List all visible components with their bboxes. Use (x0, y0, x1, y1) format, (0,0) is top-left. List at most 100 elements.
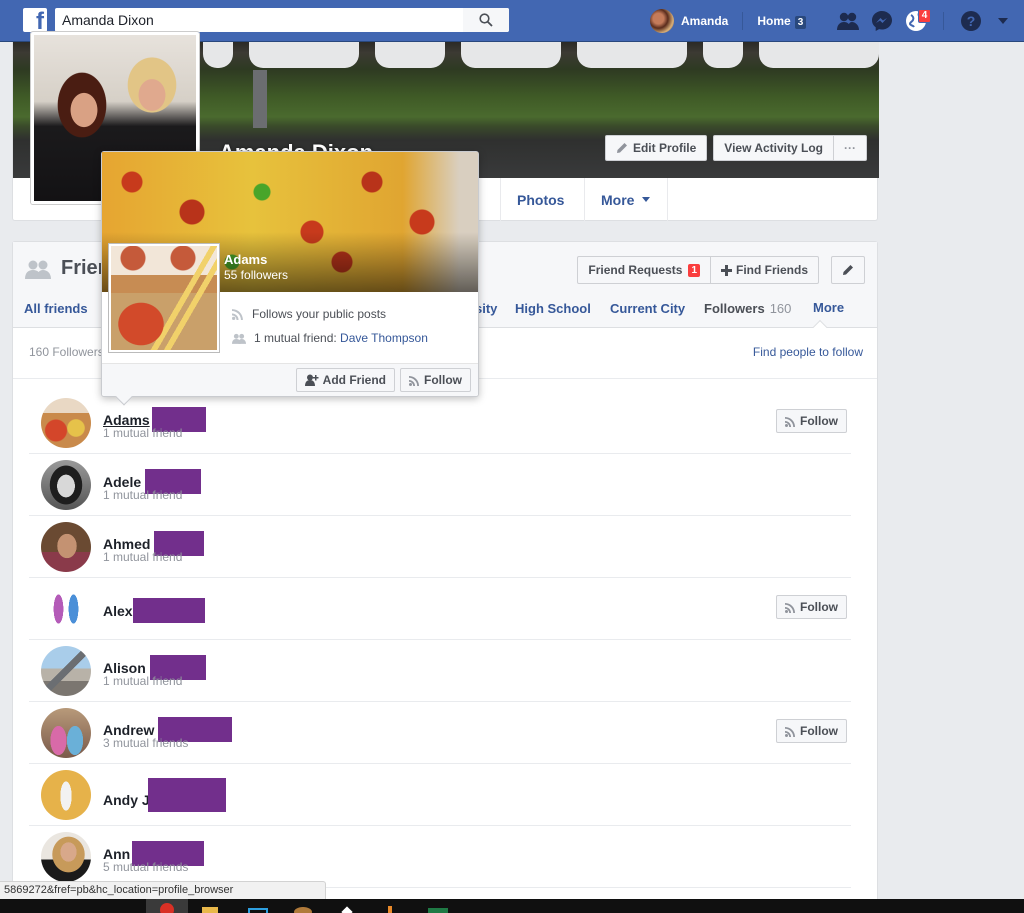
avatar[interactable] (41, 646, 91, 696)
follow-button[interactable]: Follow (776, 409, 847, 433)
taskbar-excel-icon[interactable] (428, 899, 448, 913)
list-item: Ann 5 mutual friends (29, 826, 851, 888)
follow-button[interactable]: Follow (776, 719, 847, 743)
followers-list: Adams 1 mutual friend Follow Adele 1 mut… (29, 392, 851, 888)
taskbar-folder-icon[interactable] (202, 899, 218, 913)
rss-follow-icon (785, 726, 795, 737)
facebook-logo-icon[interactable]: f (23, 8, 47, 32)
tab-photos[interactable]: Photos (500, 178, 580, 221)
home-label: Home (757, 13, 791, 28)
svg-text:?: ? (967, 13, 976, 29)
avatar[interactable] (41, 584, 91, 634)
pencil-icon (843, 265, 853, 275)
follower-name-text: Andy J (103, 792, 150, 808)
follow-button[interactable]: Follow (776, 595, 847, 619)
status-bar-url: 5869272&fref=pb&hc_location=profile_brow… (0, 881, 326, 899)
mutual-friends-count[interactable]: 5 mutual friends (103, 860, 188, 874)
taskbar-browser-icon[interactable] (294, 899, 312, 913)
followers-count: 160 Followers (29, 345, 104, 359)
avatar[interactable] (41, 460, 91, 510)
tab-followers[interactable]: Followers 160 (704, 301, 791, 316)
friends-icon (232, 333, 246, 344)
hovercard-profile-picture[interactable] (109, 244, 219, 352)
follower-name-text: Alex (103, 602, 133, 619)
tab-more-label: More (601, 191, 635, 208)
tab-all-friends[interactable]: All friends (24, 301, 88, 316)
cover-actions: Edit Profile View Activity Log ··· (604, 135, 879, 161)
tab-divider (667, 178, 668, 221)
account-menu-button[interactable] (990, 8, 1016, 34)
list-item: Andy J (29, 764, 851, 826)
follow-label: Follow (424, 373, 462, 387)
follow-button[interactable]: Follow (400, 368, 471, 392)
avatar[interactable] (41, 770, 91, 820)
avatar[interactable] (41, 522, 91, 572)
friend-requests-badge: 1 (688, 263, 700, 277)
notifications-count-badge: 4 (917, 9, 932, 23)
plus-icon (721, 264, 732, 276)
user-avatar[interactable] (650, 9, 674, 33)
edit-profile-label: Edit Profile (632, 141, 697, 155)
mutual-text: 1 mutual friend: Dave Thompson (254, 331, 428, 345)
edit-friends-button[interactable] (831, 256, 865, 284)
friends-buttons: Friend Requests 1 Find Friends (577, 256, 819, 284)
redaction-block (132, 598, 205, 623)
search-input[interactable] (55, 8, 455, 32)
nav-divider (742, 12, 744, 30)
chevron-down-icon (642, 197, 651, 202)
mutual-friends-count[interactable]: 1 mutual friend (103, 488, 182, 502)
list-item: Alison 1 mutual friend (29, 640, 851, 702)
follower-name[interactable]: Andy J (103, 778, 226, 812)
rss-follow-icon (785, 416, 795, 427)
hovercard-actions: Add Friend Follow (295, 368, 471, 392)
add-friend-button[interactable]: Add Friend (295, 368, 395, 392)
friend-requests-icon (837, 12, 860, 30)
mutual-friends-count[interactable]: 1 mutual friend (103, 426, 182, 440)
os-taskbar (0, 899, 1024, 913)
list-item: Ahmed 1 mutual friend (29, 516, 851, 578)
account-menu-caret-icon (998, 18, 1009, 24)
mutual-friends-count[interactable]: 1 mutual friend (103, 674, 182, 688)
find-people-to-follow-link[interactable]: Find people to follow (753, 345, 863, 359)
tab-high-school[interactable]: High School (515, 301, 591, 316)
taskbar-app-icon[interactable] (248, 899, 268, 913)
hovercard-name[interactable]: Adams (224, 252, 267, 267)
help-icon: ? (961, 11, 982, 31)
help-button[interactable]: ? (958, 8, 984, 34)
view-activity-log-button[interactable]: View Activity Log (713, 135, 834, 161)
redaction-block (147, 778, 226, 812)
hovercard-footer: Add Friend Follow (102, 363, 478, 396)
home-count-badge: 3 (794, 15, 807, 29)
follow-label: Follow (800, 600, 838, 614)
mutual-friends-count[interactable]: 3 mutual friends (103, 736, 188, 750)
home-link[interactable]: Home 3 (757, 13, 807, 29)
tab-more[interactable]: More (813, 300, 844, 315)
user-name-link[interactable]: Amanda (681, 14, 728, 28)
taskbar-app-icon-2[interactable] (340, 899, 354, 913)
friend-requests-button[interactable] (835, 8, 861, 34)
mutual-friends-count[interactable]: 1 mutual friend (103, 550, 182, 564)
avatar[interactable] (41, 398, 91, 448)
tab-more[interactable]: More (584, 178, 666, 221)
tab-current-city[interactable]: Current City (610, 301, 685, 316)
more-options-button[interactable]: ··· (834, 135, 867, 161)
notifications-button[interactable]: 4 (903, 8, 932, 34)
find-friends-button[interactable]: Find Friends (710, 257, 818, 283)
messenger-button[interactable] (869, 8, 895, 34)
hovercard-follows-info: Follows your public posts (232, 307, 386, 321)
avatar[interactable] (41, 708, 91, 758)
mutual-friend-link[interactable]: Dave Thompson (340, 331, 428, 345)
top-right-nav: Amanda Home 3 4 ? (650, 0, 1016, 42)
edit-profile-button[interactable]: Edit Profile (604, 135, 708, 161)
mutual-prefix: 1 mutual friend: (254, 331, 341, 345)
search-button[interactable] (463, 8, 509, 32)
tab-followers-label: Followers (704, 301, 765, 316)
follower-name[interactable]: Alex (103, 598, 205, 623)
friend-requests-button[interactable]: Friend Requests 1 (578, 257, 710, 283)
nav-divider (943, 12, 945, 30)
taskbar-chrome-icon[interactable] (146, 899, 188, 913)
list-item: Adele 1 mutual friend (29, 454, 851, 516)
taskbar-app-icon-3[interactable] (388, 899, 394, 913)
avatar[interactable] (41, 832, 91, 882)
